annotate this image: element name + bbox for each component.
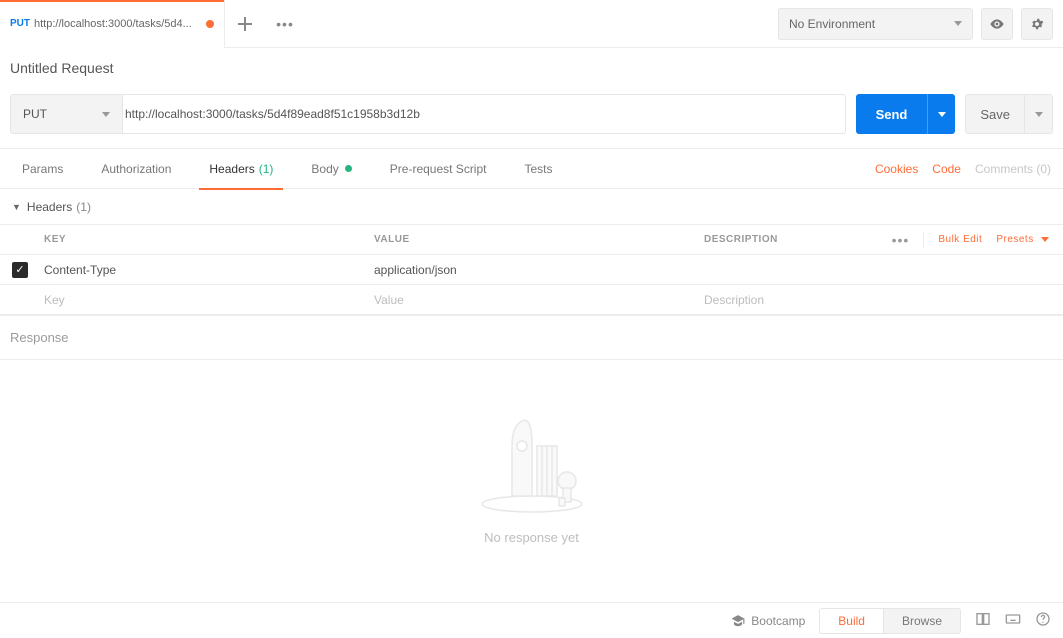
plus-icon <box>238 17 252 31</box>
ellipsis-icon: ••• <box>276 16 294 32</box>
new-tab-button[interactable] <box>225 4 265 44</box>
environment-select[interactable]: No Environment <box>778 8 973 40</box>
tabs-area: PUT http://localhost:3000/tasks/5d4... •… <box>0 0 768 47</box>
browse-mode-button[interactable]: Browse <box>883 609 960 633</box>
request-subtabs-right: Cookies Code Comments (0) <box>875 162 1051 176</box>
headers-section-header[interactable]: ▼ Headers (1) <box>0 189 1063 225</box>
tab-headers[interactable]: Headers (1) <box>199 149 283 189</box>
keyboard-shortcuts-button[interactable] <box>1005 611 1021 630</box>
chevron-down-icon <box>102 112 110 117</box>
send-button-group: Send <box>856 94 956 134</box>
row-checkbox[interactable]: ✓ <box>12 262 28 278</box>
chevron-down-icon <box>1041 237 1049 242</box>
header-key-cell[interactable]: Content-Type <box>40 263 370 277</box>
tab-title: http://localhost:3000/tasks/5d4... <box>34 18 200 30</box>
environment-area: No Environment <box>768 0 1063 47</box>
environment-quicklook-button[interactable] <box>981 8 1013 40</box>
send-button[interactable]: Send <box>856 94 928 134</box>
two-pane-button[interactable] <box>975 611 991 630</box>
request-tab[interactable]: PUT http://localhost:3000/tasks/5d4... <box>0 0 225 48</box>
graduation-cap-icon <box>731 614 745 628</box>
status-bar: Bootcamp Build Browse <box>0 602 1063 638</box>
eye-icon <box>989 16 1005 32</box>
headers-table: KEY VALUE DESCRIPTION ••• Bulk Edit Pres… <box>0 225 1063 316</box>
tab-method-label: PUT <box>10 18 30 29</box>
keyboard-icon <box>1005 611 1021 627</box>
chevron-down-icon <box>938 112 946 117</box>
help-button[interactable] <box>1035 611 1051 630</box>
save-button-group: Save <box>965 94 1053 134</box>
http-method-label: PUT <box>23 107 47 121</box>
mode-toggle: Build Browse <box>819 608 961 634</box>
chevron-down-icon <box>1035 112 1043 117</box>
environment-label: No Environment <box>789 17 875 31</box>
request-name[interactable]: Untitled Request <box>0 48 1063 86</box>
build-mode-button[interactable]: Build <box>820 609 883 633</box>
chevron-down-icon <box>954 21 962 26</box>
headers-count-badge: (1) <box>259 162 274 176</box>
response-empty-state: No response yet <box>0 360 1063 600</box>
col-key-header: KEY <box>40 234 370 245</box>
new-value-input[interactable]: Value <box>370 293 700 307</box>
help-icon <box>1035 611 1051 627</box>
top-bar: PUT http://localhost:3000/tasks/5d4... •… <box>0 0 1063 48</box>
code-link[interactable]: Code <box>932 162 961 176</box>
cookies-link[interactable]: Cookies <box>875 162 918 176</box>
body-indicator-dot-icon <box>345 165 352 172</box>
save-options-button[interactable] <box>1025 94 1053 134</box>
request-subtabs: Params Authorization Headers (1) Body Pr… <box>0 149 1063 189</box>
table-options-button[interactable]: ••• <box>892 232 910 248</box>
tab-tests[interactable]: Tests <box>514 149 562 189</box>
tab-params[interactable]: Params <box>12 149 73 189</box>
divider <box>923 232 924 248</box>
save-button[interactable]: Save <box>965 94 1025 134</box>
comments-link[interactable]: Comments (0) <box>975 162 1051 176</box>
headers-table-head: KEY VALUE DESCRIPTION ••• Bulk Edit Pres… <box>0 225 1063 255</box>
tab-body[interactable]: Body <box>301 149 361 189</box>
gear-icon <box>1029 16 1045 32</box>
url-bar: PUT Send Save <box>0 86 1063 149</box>
bootcamp-label: Bootcamp <box>751 614 805 628</box>
response-section-label: Response <box>0 316 1063 360</box>
method-url-group: PUT <box>10 94 846 134</box>
panes-icon <box>975 611 991 627</box>
tab-authorization[interactable]: Authorization <box>91 149 181 189</box>
tab-options-button[interactable]: ••• <box>265 4 305 44</box>
tab-body-label: Body <box>311 162 338 176</box>
tab-headers-label: Headers <box>209 162 254 176</box>
table-row-new[interactable]: Key Value Description <box>0 285 1063 315</box>
table-row[interactable]: ✓ Content-Type application/json <box>0 255 1063 285</box>
col-value-header: VALUE <box>370 234 700 245</box>
url-input[interactable] <box>113 94 846 134</box>
settings-button[interactable] <box>1021 8 1053 40</box>
http-method-select[interactable]: PUT <box>10 94 123 134</box>
headers-section-count: (1) <box>76 200 91 214</box>
rocket-illustration-icon <box>477 416 587 516</box>
bulk-edit-link[interactable]: Bulk Edit <box>938 234 982 245</box>
triangle-down-icon: ▼ <box>12 202 21 212</box>
col-description-header: DESCRIPTION <box>700 234 873 245</box>
bootcamp-link[interactable]: Bootcamp <box>731 614 805 628</box>
send-options-button[interactable] <box>927 94 955 134</box>
new-description-input[interactable]: Description <box>700 293 873 307</box>
presets-label: Presets <box>996 234 1033 245</box>
headers-section-label: Headers <box>27 200 72 214</box>
new-key-input[interactable]: Key <box>40 293 370 307</box>
headers-table-actions: ••• Bulk Edit Presets <box>873 232 1063 248</box>
unsaved-dot-icon <box>206 20 214 28</box>
presets-link[interactable]: Presets <box>996 234 1049 245</box>
tab-prerequest[interactable]: Pre-request Script <box>380 149 497 189</box>
no-response-text: No response yet <box>484 530 579 545</box>
header-value-cell[interactable]: application/json <box>370 263 700 277</box>
